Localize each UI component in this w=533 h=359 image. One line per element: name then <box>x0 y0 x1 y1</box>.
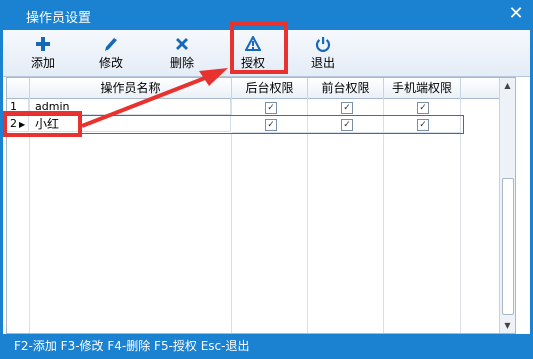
annotation-arrow <box>81 68 228 128</box>
